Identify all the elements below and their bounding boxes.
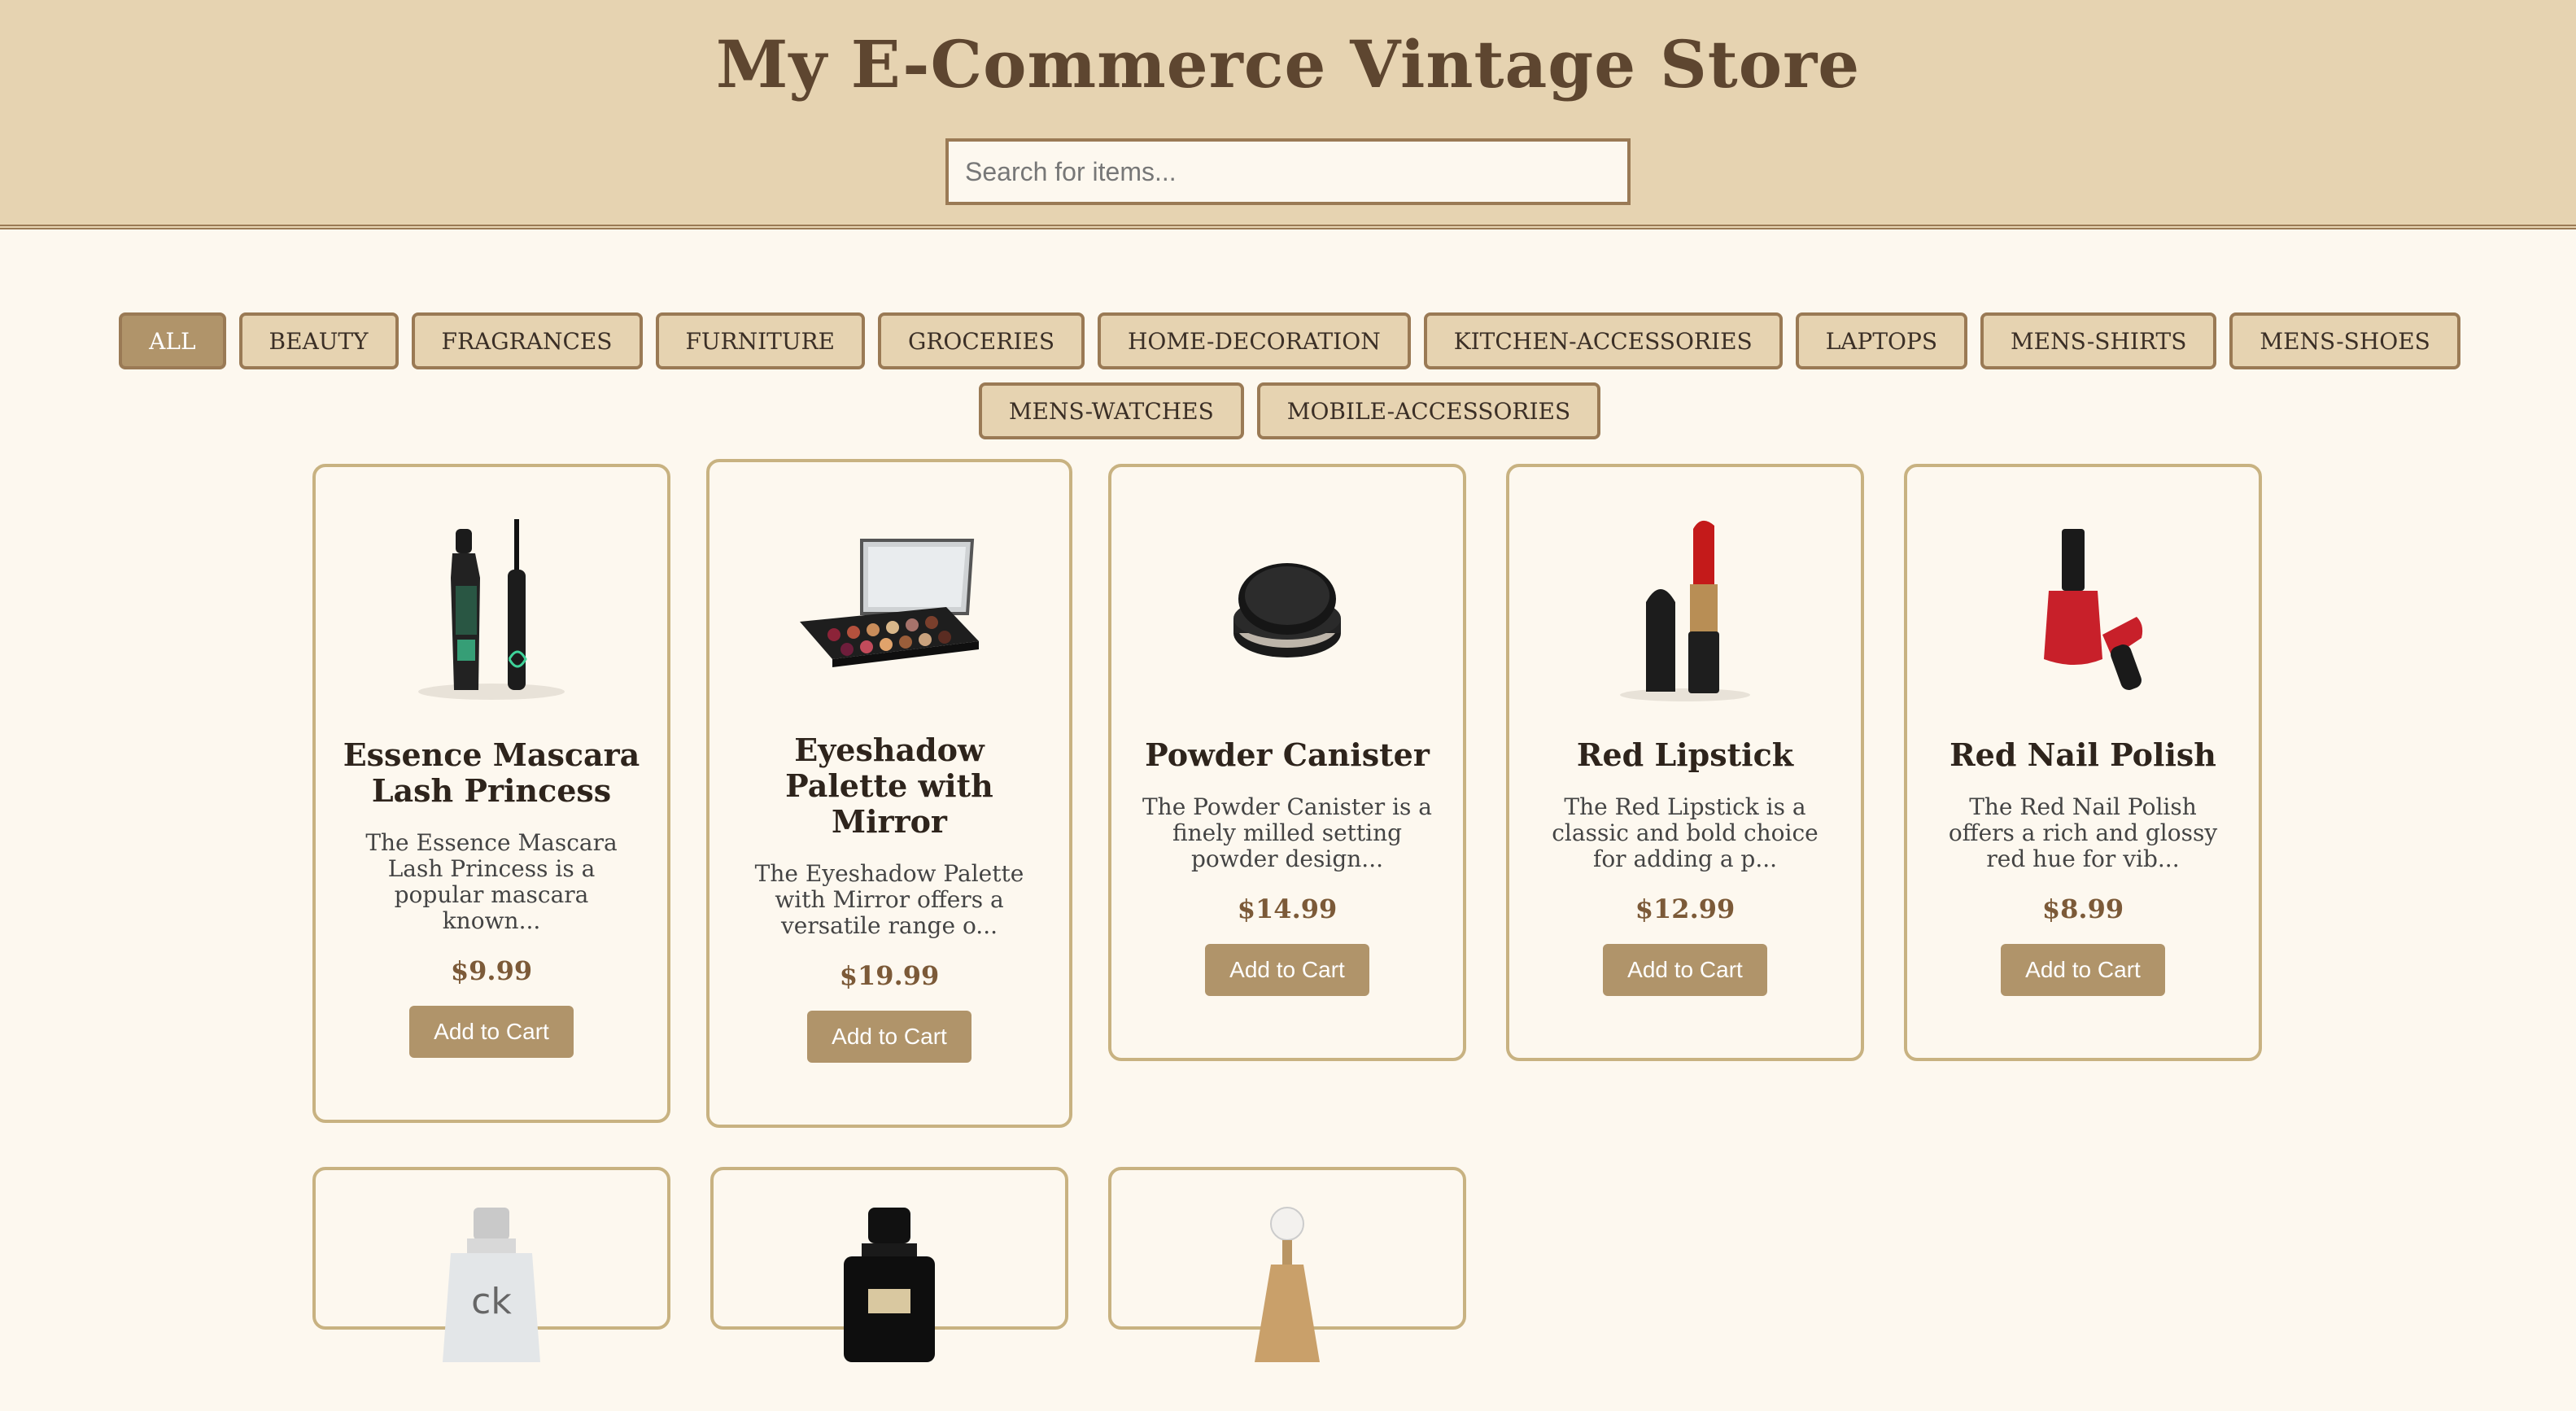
product-description: The Red Nail Polish offers a rich and gl… [1948, 793, 2218, 872]
product-card: Red Nail Polish The Red Nail Polish offe… [1904, 464, 2262, 1061]
add-to-cart-button[interactable]: Add to Cart [2001, 944, 2165, 996]
eyeshadow-palette-image [784, 491, 995, 703]
product-card: ck [312, 1167, 670, 1362]
product-description: The Eyeshadow Palette with Mirror offers… [754, 860, 1024, 939]
product-price: $19.99 [839, 960, 940, 991]
powder-canister-image [1181, 496, 1393, 708]
product-card [1108, 1167, 1466, 1362]
product-description: The Powder Canister is a finely milled s… [1142, 793, 1432, 872]
product-price: $8.99 [2041, 893, 2124, 924]
product-price: $12.99 [1635, 893, 1736, 924]
nail-polish-image [1977, 496, 2189, 708]
product-card: Essence Mascara Lash Princess The Essenc… [312, 464, 670, 1123]
add-to-cart-button[interactable]: Add to Cart [807, 1011, 971, 1063]
category-mens-shoes-button[interactable]: MENS-SHOES [2229, 312, 2460, 369]
category-mens-watches-button[interactable]: MENS-WATCHES [978, 382, 1244, 439]
product-description: The Red Lipstick is a classic and bold c… [1552, 793, 1818, 872]
product-name: Eyeshadow Palette with Mirror [785, 732, 993, 840]
category-kitchen-accessories-button[interactable]: KITCHEN-ACCESSORIES [1423, 312, 1783, 369]
mascara-image [386, 496, 597, 708]
category-mens-shirts-button[interactable]: MENS-SHIRTS [1980, 312, 2217, 369]
add-to-cart-button[interactable]: Add to Cart [1205, 944, 1369, 996]
add-to-cart-button[interactable]: Add to Cart [1603, 944, 1767, 996]
category-home-decoration-button[interactable]: HOME-DECORATION [1098, 312, 1411, 369]
perfume-bottle-image [784, 1199, 995, 1411]
category-furniture-button[interactable]: FURNITURE [655, 312, 865, 369]
lipstick-image [1579, 496, 1791, 708]
product-price: $9.99 [450, 955, 533, 986]
site-title: My E-Commerce Vintage Store [715, 26, 1861, 103]
product-name: Red Lipstick [1576, 736, 1794, 773]
product-card [710, 1167, 1068, 1362]
product-name: Powder Canister [1145, 736, 1430, 773]
product-grid: Essence Mascara Lash Princess The Essenc… [312, 459, 2265, 1362]
category-all-button[interactable]: ALL [119, 312, 226, 369]
add-to-cart-button[interactable]: Add to Cart [409, 1006, 574, 1058]
product-card: Eyeshadow Palette with Mirror The Eyesha… [706, 459, 1072, 1128]
product-card: Red Lipstick The Red Lipstick is a class… [1506, 464, 1864, 1061]
product-description: The Essence Mascara Lash Princess is a p… [365, 829, 618, 934]
perfume-bottle-image: ck [386, 1199, 597, 1411]
category-beauty-button[interactable]: BEAUTY [238, 312, 399, 369]
category-filter-bar: ALL BEAUTY FRAGRANCES FURNITURE GROCERIE… [114, 312, 2465, 439]
category-groceries-button[interactable]: GROCERIES [877, 312, 1085, 369]
search-input[interactable] [945, 138, 1631, 205]
product-card: Powder Canister The Powder Canister is a… [1108, 464, 1466, 1061]
category-laptops-button[interactable]: LAPTOPS [1795, 312, 1968, 369]
product-price: $14.99 [1237, 893, 1338, 924]
perfume-bottle-image [1181, 1199, 1393, 1411]
category-fragrances-button[interactable]: FRAGRANCES [411, 312, 643, 369]
site-header: My E-Commerce Vintage Store [0, 0, 2576, 229]
product-name: Red Nail Polish [1949, 736, 2216, 773]
bottle-label-text: ck [471, 1281, 512, 1322]
product-name: Essence Mascara Lash Princess [343, 736, 640, 809]
category-mobile-accessories-button[interactable]: MOBILE-ACCESSORIES [1256, 382, 1601, 439]
